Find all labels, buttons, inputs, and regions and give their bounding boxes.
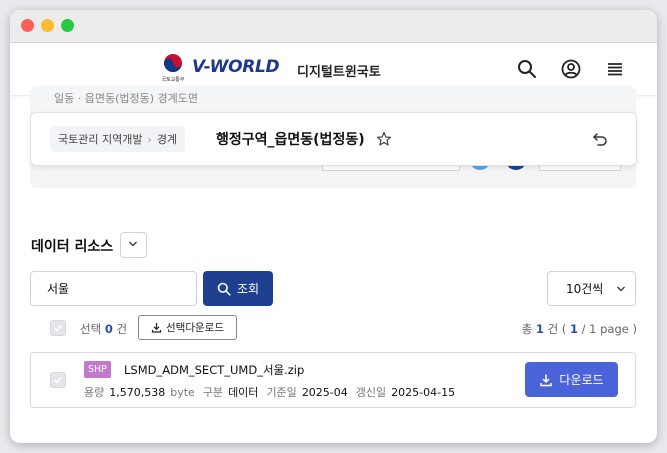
download-icon	[540, 374, 553, 386]
page-total: 1 page )	[589, 322, 637, 336]
check-icon	[53, 324, 63, 332]
dataset-title-card: 국토관리 지역개발 › 경계 행정구역_읍면동(법정동)	[30, 112, 637, 166]
selected-download-label: 선택다운로드	[166, 322, 224, 334]
minimize-window-button[interactable]	[41, 19, 54, 32]
window-titlebar	[10, 10, 657, 43]
dataset-title: 행정구역_읍면동(법정동)	[216, 132, 365, 148]
check-icon	[53, 376, 63, 384]
size-label: 용량	[84, 386, 105, 399]
selected-count-text: 선택 0 건	[80, 321, 127, 337]
category-value: 데이터	[228, 386, 259, 399]
star-icon[interactable]	[376, 131, 392, 147]
size-unit: byte	[170, 386, 195, 399]
breadcrumb: 국토관리 지역개발 › 경계	[50, 126, 186, 152]
file-type-badge: SHP	[84, 361, 111, 378]
page-current: 1	[569, 322, 578, 336]
download-button[interactable]: 다운로드	[525, 362, 618, 397]
close-window-button[interactable]	[21, 19, 34, 32]
download-icon	[151, 323, 162, 333]
brand-subtitle: 디지털트윈국토	[297, 65, 381, 80]
selected-count: 0	[104, 322, 113, 336]
download-button-label: 다운로드	[559, 373, 604, 387]
base-date-label: 기준일	[266, 386, 297, 399]
total-prefix: 총	[521, 322, 533, 336]
browser-window: 국토교통부 V-WORLD 디지털트윈국토 일동 · 읍면동(법정동) 경계도면	[10, 10, 657, 443]
section-toggle-button[interactable]	[120, 232, 147, 258]
panel-peek-text: 일동 · 읍면동(법정동) 경계도면	[54, 92, 199, 105]
selected-suffix: 건	[116, 322, 128, 336]
base-date-value: 2025-04	[301, 386, 348, 399]
updated-value: 2025-04-15	[391, 386, 456, 399]
chevron-right-icon: ›	[147, 132, 152, 146]
search-icon	[217, 282, 231, 296]
ministry-emblem-icon	[164, 54, 182, 72]
per-page-select[interactable]: 10건씩	[547, 271, 636, 306]
user-icon[interactable]	[560, 58, 582, 80]
size-value: 1,570,538	[109, 386, 166, 399]
selected-download-button[interactable]: 선택다운로드	[138, 315, 237, 340]
search-icon[interactable]	[516, 58, 538, 80]
file-meta: 용량 1,570,538 byte 구분 데이터 기준일 2025-04 갱신일 2025-04…	[84, 384, 463, 400]
chevron-down-icon	[129, 241, 137, 247]
section-title: 데이터 리소스	[31, 239, 114, 255]
undo-icon[interactable]	[591, 130, 609, 148]
breadcrumb-item[interactable]: 국토관리 지역개발	[58, 131, 142, 147]
page-content: 일동 · 읍면동(법정동) 경계도면 국토관리 지역개발 › 경계 행정구역_읍…	[10, 86, 657, 443]
search-button[interactable]: 조회	[203, 271, 273, 306]
page-sep: /	[581, 322, 586, 336]
total-mid: 건 (	[547, 322, 567, 336]
ministry-name: 국토교통부	[161, 77, 185, 83]
total-count: 1	[535, 322, 544, 336]
menu-icon[interactable]	[604, 58, 626, 80]
ministry-logo[interactable]: 국토교통부	[156, 51, 190, 85]
selected-prefix: 선택	[80, 322, 102, 336]
file-checkbox[interactable]	[50, 372, 66, 388]
updated-label: 갱신일	[355, 386, 387, 399]
maximize-window-button[interactable]	[61, 19, 74, 32]
category-label: 구분	[202, 386, 224, 399]
total-count-text: 총 1 건 ( 1 / 1 page )	[522, 321, 637, 337]
search-button-label: 조회	[236, 282, 260, 296]
file-list-item: SHP LSMD_ADM_SECT_UMD_서울.zip 용량 1,570,538…	[30, 352, 636, 408]
chevron-down-icon	[617, 286, 625, 292]
breadcrumb-item[interactable]: 경계	[157, 131, 177, 147]
select-all-checkbox[interactable]	[50, 320, 66, 336]
file-name: LSMD_ADM_SECT_UMD_서울.zip	[124, 363, 305, 377]
search-input[interactable]	[30, 271, 197, 306]
per-page-value: 10건씩	[566, 282, 604, 296]
brand-logo[interactable]: V-WORLD	[192, 57, 280, 77]
